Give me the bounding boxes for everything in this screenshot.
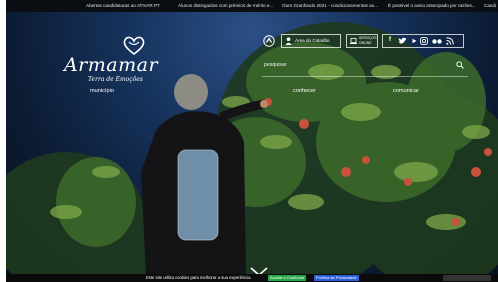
laptop-icon [350, 38, 357, 44]
news-ticker: Abertas candidaturas ao ATIVAR.PT Alunos… [6, 0, 498, 12]
brand-logo[interactable]: Armamar Terra de Emoções [56, 36, 166, 83]
flickr-icon[interactable] [432, 39, 442, 44]
cookie-message: Este site utiliza cookies para melhorar … [146, 275, 252, 280]
rss-icon[interactable] [446, 37, 454, 45]
accept-cookies-button[interactable]: Aceitar e Continuar [268, 275, 307, 281]
youtube-icon[interactable] [410, 38, 418, 44]
nav-item-conhecer[interactable]: conhecer [293, 88, 316, 94]
citizen-area-label: Área do Cidadão [295, 38, 330, 43]
facebook-icon[interactable]: f [385, 36, 395, 43]
accessibility-icon[interactable] [263, 35, 275, 47]
ticker-item[interactable]: É possível o aviso antecipado por razões… [388, 0, 476, 12]
ticker-item[interactable]: Ouro Granfondo 2021 - condicionamentos a… [282, 0, 378, 12]
ticker-item[interactable]: Candi [484, 0, 496, 12]
privacy-policy-button[interactable]: Política de Privacidade [314, 275, 359, 281]
search-icon[interactable] [456, 61, 464, 69]
page: Abertas candidaturas ao ATIVAR.PT Alunos… [0, 0, 498, 282]
cookie-banner: Este site utiliza cookies para melhorar … [6, 274, 498, 282]
scroll-down-chevron-icon[interactable] [250, 267, 268, 274]
nav-item-comunicar[interactable]: comunicar [393, 88, 419, 94]
nav-item-municipio[interactable]: município [90, 88, 114, 94]
brand-name: Armamar [63, 54, 159, 76]
ticker-item[interactable]: Abertas candidaturas ao ATIVAR.PT [86, 0, 160, 12]
user-icon [285, 37, 292, 45]
heart-logo-icon [123, 36, 145, 56]
ticker-item[interactable]: Alunos distinguidos com prémios de mérit… [178, 0, 273, 12]
twitter-icon[interactable] [398, 37, 407, 45]
instagram-icon[interactable] [420, 37, 428, 45]
brand-tagline: Terra de Emoções [88, 76, 143, 83]
citizen-area-button[interactable]: Área do Cidadão [281, 34, 341, 48]
online-services-label: SERVIÇOS ONLINE [359, 36, 377, 45]
online-services-button[interactable]: SERVIÇOS ONLINE [346, 34, 378, 48]
search-input[interactable]: pesquisar [264, 62, 287, 68]
hero-banner: Armamar Terra de Emoções Área do Cidadão… [6, 12, 498, 274]
search-bar[interactable]: pesquisar [262, 60, 468, 77]
cookie-dismiss-button[interactable] [443, 275, 491, 281]
